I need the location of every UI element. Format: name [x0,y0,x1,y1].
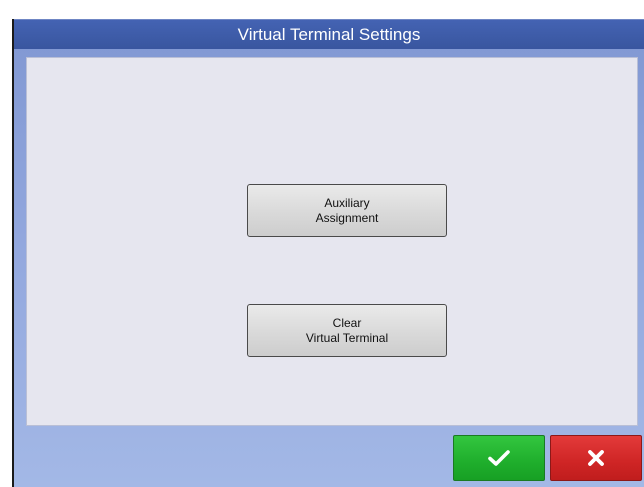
dialog-title: Virtual Terminal Settings [14,19,644,49]
confirm-button[interactable] [453,435,545,481]
auxiliary-assignment-button[interactable]: Auxiliary Assignment [247,184,447,237]
clear-virtual-terminal-button[interactable]: Clear Virtual Terminal [247,304,447,357]
auxiliary-assignment-label-line1: Auxiliary [324,195,370,210]
clear-virtual-terminal-label-line2: Virtual Terminal [305,330,389,345]
settings-content-panel: Auxiliary Assignment Clear Virtual Termi… [26,57,638,426]
virtual-terminal-settings-dialog: Virtual Terminal Settings Auxiliary Assi… [12,19,644,487]
checkmark-icon [488,450,510,466]
auxiliary-assignment-label-line2: Assignment [315,210,379,225]
clear-virtual-terminal-label-line1: Clear [332,315,362,330]
close-icon [587,449,605,467]
cancel-button[interactable] [550,435,642,481]
